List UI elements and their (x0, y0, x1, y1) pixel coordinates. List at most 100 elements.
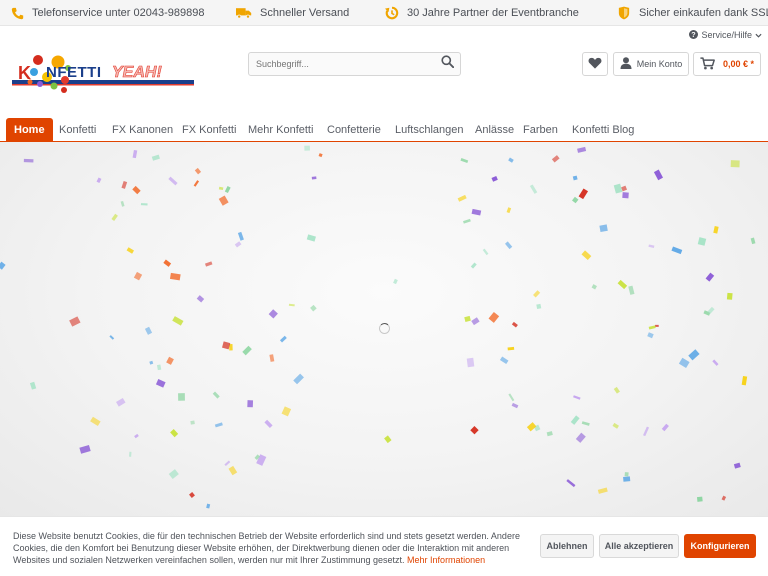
confetti-piece (306, 234, 316, 242)
more-information-link[interactable]: Mehr Informationen (407, 555, 485, 565)
confetti-piece (712, 359, 719, 366)
confetti-piece (533, 290, 541, 298)
accept-all-button[interactable]: Alle akzeptieren (599, 534, 679, 558)
confetti-piece (151, 154, 160, 161)
confetti-piece (178, 393, 185, 401)
service-help-menu[interactable]: ? Service/Hilfe (689, 29, 762, 41)
confetti-piece (189, 492, 195, 498)
confetti-piece (471, 208, 482, 216)
confetti-piece (90, 416, 101, 427)
phone-info: Telefonservice unter 02043-989898 (10, 0, 204, 26)
confetti-piece (504, 241, 513, 250)
nav-item-konfetti[interactable]: Konfetti (59, 118, 96, 141)
confetti-piece (466, 357, 475, 368)
confetti-piece (653, 169, 664, 181)
confetti-piece (572, 196, 579, 204)
confetti-piece (622, 192, 629, 199)
confetti-piece (29, 381, 37, 390)
confetti-piece (170, 429, 179, 438)
confetti-piece (578, 188, 589, 200)
confetti-piece (116, 398, 126, 407)
nav-item-mehr-konfetti[interactable]: Mehr Konfetti (248, 118, 313, 141)
confetti-piece (311, 176, 317, 180)
confetti-piece (212, 391, 220, 399)
nav-item-fx-kanonen[interactable]: FX Kanonen (112, 118, 173, 141)
confetti-piece (464, 315, 471, 322)
account-button[interactable]: Mein Konto (613, 52, 689, 76)
svg-text:YEAH!: YEAH! (112, 64, 162, 81)
confetti-piece (222, 341, 231, 350)
confetti-piece (214, 422, 223, 428)
confetti-piece (224, 460, 231, 467)
search-box (248, 52, 461, 76)
confetti-piece (156, 364, 162, 371)
confetti-piece (575, 432, 586, 443)
confetti-piece (144, 326, 153, 335)
confetti-piece (536, 303, 542, 310)
search-icon (440, 55, 454, 73)
confetti-piece (628, 285, 635, 295)
confetti-piece (551, 155, 560, 163)
confetti-piece (218, 195, 229, 206)
confetti-piece (293, 373, 304, 385)
partner-info: 30 Jahre Partner der Eventbranche (385, 0, 579, 26)
confetti-piece (247, 400, 254, 408)
confetti-piece (69, 316, 81, 327)
confetti-piece (713, 226, 719, 234)
nav-item-home[interactable]: Home (6, 118, 53, 141)
nav-item-fx-konfetti[interactable]: FX Konfetti (182, 118, 236, 141)
confetti-piece (612, 422, 619, 429)
confetti-piece (648, 325, 656, 330)
confetti-piece (696, 496, 703, 502)
confetti-piece (218, 186, 224, 191)
confetti-piece (491, 175, 498, 182)
confetti-piece (506, 207, 512, 214)
confetti-piece (129, 451, 132, 457)
confetti-piece (573, 395, 581, 400)
nav-item-anlaesse[interactable]: Anlässe (475, 118, 514, 141)
confetti-piece (688, 349, 700, 361)
confetti-piece (617, 279, 628, 290)
nav-item-farben[interactable]: Farben (523, 118, 558, 141)
confetti-piece (621, 185, 628, 192)
shield-icon (617, 6, 631, 20)
confetti-piece (566, 479, 576, 488)
confetti-piece (140, 203, 148, 206)
confetti-piece (0, 261, 6, 270)
search-input[interactable] (249, 53, 435, 75)
nav-item-luftschlangen[interactable]: Luftschlangen (395, 118, 464, 141)
confetti-piece (224, 186, 231, 194)
confetti-piece (581, 250, 592, 260)
confetti-piece (132, 149, 138, 159)
cart-button[interactable]: 0,00 € * (693, 52, 761, 76)
decline-button[interactable]: Ablehnen (540, 534, 594, 558)
search-button[interactable] (434, 53, 460, 75)
shipping-info: Schneller Versand (236, 0, 349, 26)
configure-button[interactable]: Konfigurieren (684, 534, 756, 558)
confetti-piece (508, 157, 514, 163)
confetti-piece (511, 402, 519, 409)
nav-item-confetterie[interactable]: Confetterie (327, 118, 381, 141)
confetti-piece (705, 272, 715, 282)
confetti-piece (126, 247, 135, 254)
confetti-piece (169, 272, 181, 281)
confetti-piece (697, 237, 707, 246)
confetti-piece (661, 423, 669, 432)
confetti-piece (190, 420, 195, 425)
confetti-piece (193, 180, 200, 187)
hero-slider[interactable] (0, 142, 768, 516)
confetti-piece (163, 259, 172, 267)
main-navigation: Home Konfetti FX Kanonen FX Konfetti Meh… (0, 118, 768, 142)
confetti-piece (168, 176, 178, 186)
confetti-piece (288, 303, 295, 307)
confetti-piece (121, 180, 128, 189)
user-icon (620, 57, 632, 71)
confetti-piece (511, 321, 518, 328)
history-icon (385, 6, 399, 20)
site-logo[interactable]: K NFETTI YEAH! (10, 50, 196, 98)
confetti-piece (529, 184, 538, 194)
wishlist-button[interactable] (582, 52, 608, 76)
account-label: Mein Konto (636, 59, 683, 69)
nav-item-konfetti-blog[interactable]: Konfetti Blog (572, 118, 634, 141)
shipping-text: Schneller Versand (260, 7, 350, 19)
